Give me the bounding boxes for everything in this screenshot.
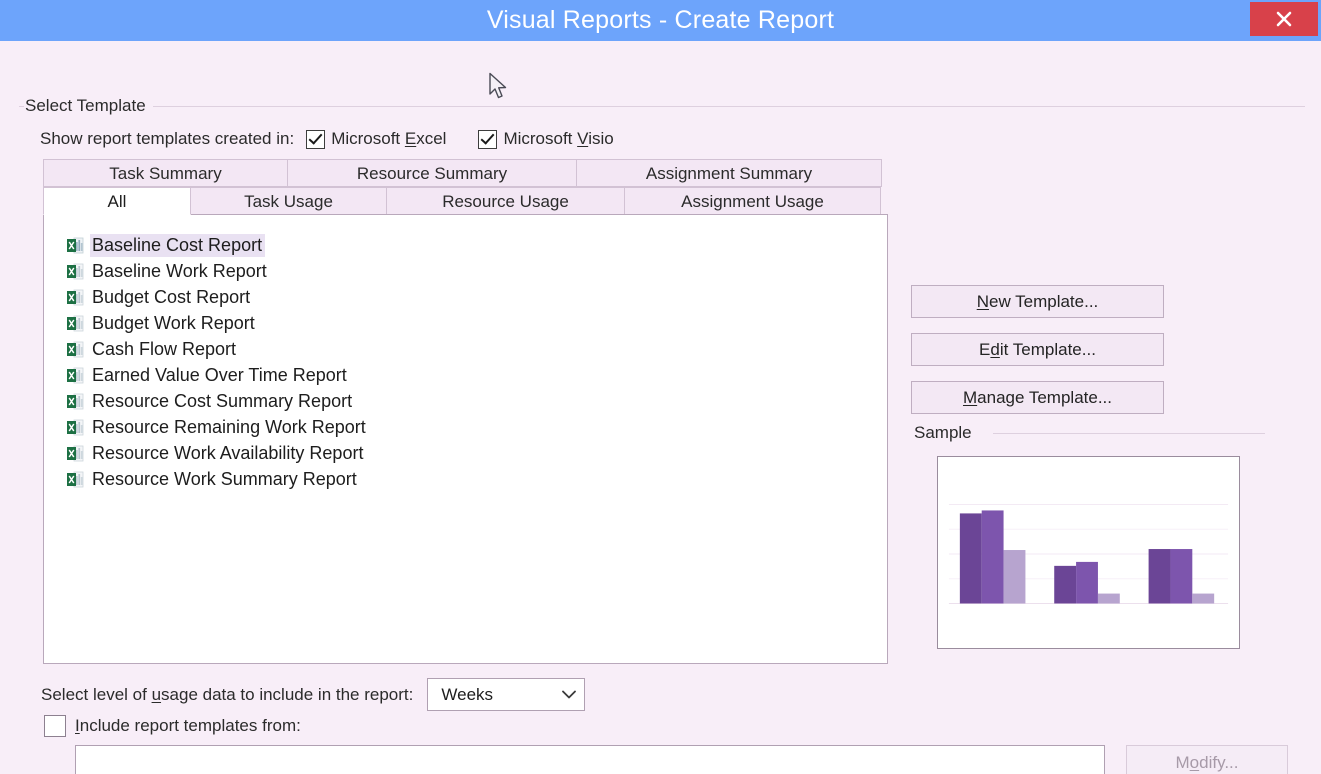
tab-row-usage: All Task Usage Resource Usage Assignment…: [43, 187, 883, 215]
list-item[interactable]: Resource Work Availability Report: [44, 440, 887, 466]
tab-task-usage[interactable]: Task Usage: [190, 187, 387, 215]
list-item-label: Budget Cost Report: [90, 286, 253, 309]
checkbox-microsoft-excel[interactable]: Microsoft Excel: [306, 129, 446, 149]
include-templates-label: Include report templates from:: [75, 716, 301, 736]
list-item-label: Resource Cost Summary Report: [90, 390, 355, 413]
list-item[interactable]: Budget Cost Report: [44, 284, 887, 310]
modify-button[interactable]: Modify...: [1126, 745, 1288, 774]
sample-preview: [937, 456, 1240, 649]
close-button[interactable]: [1250, 2, 1318, 36]
list-item[interactable]: Baseline Cost Report: [44, 232, 887, 258]
group-border-line: [153, 106, 1305, 107]
excel-report-icon: [66, 314, 85, 333]
close-icon: [1273, 8, 1295, 30]
edit-template-button[interactable]: Edit Template...: [911, 333, 1164, 366]
list-item-label: Resource Work Availability Report: [90, 442, 366, 465]
list-item-label: Resource Work Summary Report: [90, 468, 360, 491]
new-template-button[interactable]: New Template...: [911, 285, 1164, 318]
checkbox-excel-label: Microsoft Excel: [331, 129, 446, 149]
excel-report-icon: [66, 418, 85, 437]
list-item[interactable]: Earned Value Over Time Report: [44, 362, 887, 388]
manage-template-button[interactable]: Manage Template...: [911, 381, 1164, 414]
list-item-label: Resource Remaining Work Report: [90, 416, 369, 439]
list-item-label: Baseline Cost Report: [90, 234, 265, 257]
group-border-left: [19, 106, 24, 107]
template-category-tabs: Task Summary Resource Summary Assignment…: [43, 159, 883, 215]
usage-level-row: Select level of usage data to include in…: [41, 678, 585, 711]
list-item-label: Cash Flow Report: [90, 338, 239, 361]
sample-bar-chart: [938, 457, 1239, 648]
include-templates-box[interactable]: [44, 715, 66, 737]
select-template-group-label: Select Template: [25, 96, 152, 116]
usage-level-select[interactable]: Weeks: [427, 678, 585, 711]
sample-group-label: Sample: [914, 423, 978, 443]
tab-resource-summary[interactable]: Resource Summary: [287, 159, 577, 187]
excel-report-icon: [66, 444, 85, 463]
excel-report-icon: [66, 236, 85, 255]
tab-task-summary[interactable]: Task Summary: [43, 159, 288, 187]
tab-assignment-usage[interactable]: Assignment Usage: [624, 187, 881, 215]
usage-level-value: Weeks: [441, 685, 493, 705]
include-templates-checkbox[interactable]: Include report templates from:: [44, 715, 301, 737]
title-bar: Visual Reports - Create Report: [0, 0, 1321, 42]
tab-assignment-summary[interactable]: Assignment Summary: [576, 159, 882, 187]
visual-reports-dialog: Visual Reports - Create Report Select Te…: [0, 0, 1321, 774]
tab-all[interactable]: All: [43, 187, 191, 215]
list-item[interactable]: Baseline Work Report: [44, 258, 887, 284]
list-item-label: Baseline Work Report: [90, 260, 270, 283]
chevron-down-icon: [562, 690, 576, 699]
show-templates-row: Show report templates created in: Micros…: [40, 129, 646, 149]
checkbox-visio-box[interactable]: [478, 130, 497, 149]
list-item[interactable]: Cash Flow Report: [44, 336, 887, 362]
window-title: Visual Reports - Create Report: [0, 0, 1321, 41]
excel-report-icon: [66, 366, 85, 385]
list-item-label: Earned Value Over Time Report: [90, 364, 350, 387]
dialog-body: Select Template Show report templates cr…: [0, 41, 1321, 774]
show-templates-label: Show report templates created in:: [40, 129, 294, 149]
excel-report-icon: [66, 392, 85, 411]
tab-row-summary: Task Summary Resource Summary Assignment…: [43, 159, 883, 187]
include-path-input[interactable]: [75, 745, 1105, 774]
excel-report-icon: [66, 340, 85, 359]
sample-border-line: [993, 433, 1265, 434]
checkbox-microsoft-visio[interactable]: Microsoft Visio: [478, 129, 613, 149]
usage-level-label: Select level of usage data to include in…: [41, 685, 413, 705]
list-item[interactable]: Resource Cost Summary Report: [44, 388, 887, 414]
excel-report-icon: [66, 470, 85, 489]
excel-report-icon: [66, 288, 85, 307]
excel-report-icon: [66, 262, 85, 281]
list-item[interactable]: Budget Work Report: [44, 310, 887, 336]
checkbox-excel-box[interactable]: [306, 130, 325, 149]
list-item[interactable]: Resource Remaining Work Report: [44, 414, 887, 440]
tab-resource-usage[interactable]: Resource Usage: [386, 187, 625, 215]
list-item-label: Budget Work Report: [90, 312, 258, 335]
list-item[interactable]: Resource Work Summary Report: [44, 466, 887, 492]
template-list[interactable]: Baseline Cost Report Baseline Work Repor…: [43, 214, 888, 664]
checkbox-visio-label: Microsoft Visio: [503, 129, 613, 149]
